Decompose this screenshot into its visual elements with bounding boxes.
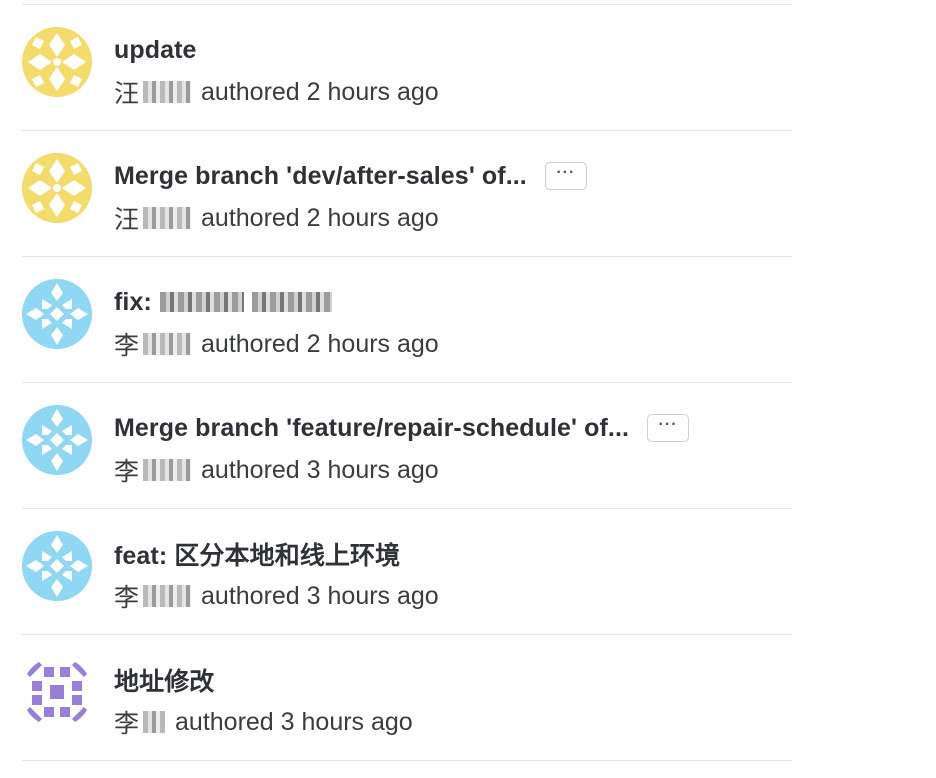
commit-title-line: update [114, 33, 197, 67]
author-name[interactable]: 李 [114, 578, 139, 614]
authored-label: authored [175, 707, 274, 736]
authored-label: authored [201, 581, 300, 610]
authored-label: authored [201, 455, 300, 484]
author-name-redacted [143, 207, 192, 229]
commit-title[interactable]: update [114, 36, 197, 65]
commit-time: 3 hours ago [306, 455, 439, 484]
commit-title-line: 地址修改 [114, 663, 214, 697]
authored-label: authored [201, 203, 300, 232]
commit-row[interactable]: Merge branch 'dev/after-sales' of... ···… [22, 131, 792, 257]
author-name[interactable]: 汪 [114, 74, 139, 110]
author-name-redacted [143, 459, 192, 481]
expand-message-button[interactable]: ··· [647, 414, 690, 442]
identicon-avatar-icon [22, 27, 92, 97]
expand-message-button[interactable]: ··· [544, 162, 587, 190]
commit-title[interactable]: Merge branch 'dev/after-sales' of... [114, 162, 527, 191]
author-name-redacted [143, 711, 166, 733]
identicon-avatar-icon [22, 531, 92, 601]
commit-meta: 李 authored 3 hours ago [114, 705, 413, 739]
author-name[interactable]: 李 [114, 452, 139, 488]
commit-row[interactable]: feat: 区分本地和线上环境 李 authored 3 hours ago [22, 509, 792, 635]
identicon-avatar-icon [22, 657, 92, 727]
commit-row[interactable]: fix: 李 authored 2 hours ago [22, 257, 792, 383]
commit-time: 2 hours ago [306, 77, 439, 106]
identicon-avatar-icon [22, 405, 92, 475]
commit-time: 2 hours ago [306, 329, 439, 358]
identicon-avatar-icon [22, 279, 92, 349]
author-name[interactable]: 汪 [114, 200, 139, 236]
commit-row[interactable]: update 汪 authored 2 hours ago [22, 5, 792, 131]
commit-title[interactable]: Merge branch 'feature/repair-schedule' o… [114, 414, 629, 443]
avatar[interactable] [22, 531, 92, 601]
commit-row[interactable]: Merge branch 'feature/repair-schedule' o… [22, 383, 792, 509]
avatar[interactable] [22, 27, 92, 97]
commit-row[interactable]: 地址修改 李 authored 3 hours ago [22, 635, 792, 761]
commit-meta: 李 authored 3 hours ago [114, 579, 439, 613]
authored-label: authored [201, 77, 300, 106]
commit-time: 3 hours ago [280, 707, 413, 736]
commit-title-line: fix: [114, 285, 332, 319]
commit-title-redacted [159, 292, 244, 312]
avatar[interactable] [22, 153, 92, 223]
commit-title[interactable]: fix: [114, 288, 152, 317]
author-name[interactable]: 李 [114, 704, 139, 740]
author-name-redacted [143, 333, 192, 355]
commit-time: 3 hours ago [306, 581, 439, 610]
authored-label: authored [201, 329, 300, 358]
identicon-avatar-icon [22, 153, 92, 223]
commit-title[interactable]: feat: 区分本地和线上环境 [114, 536, 400, 572]
author-name-redacted [143, 585, 192, 607]
commit-meta: 李 authored 2 hours ago [114, 327, 439, 361]
commit-time: 2 hours ago [306, 203, 439, 232]
avatar[interactable] [22, 279, 92, 349]
avatar[interactable] [22, 657, 92, 727]
commit-meta: 汪 authored 2 hours ago [114, 201, 439, 235]
commit-meta: 李 authored 3 hours ago [114, 453, 439, 487]
commit-title-line: Merge branch 'feature/repair-schedule' o… [114, 411, 690, 445]
commit-title-line: Merge branch 'dev/after-sales' of... ··· [114, 159, 587, 193]
author-name-redacted [143, 81, 192, 103]
commit-list: update 汪 authored 2 hours ago Merge bran… [22, 4, 792, 761]
author-name[interactable]: 李 [114, 326, 139, 362]
commit-title-redacted [251, 292, 332, 312]
commit-meta: 汪 authored 2 hours ago [114, 75, 439, 109]
avatar[interactable] [22, 405, 92, 475]
commit-title-line: feat: 区分本地和线上环境 [114, 537, 400, 571]
commit-title[interactable]: 地址修改 [114, 662, 214, 698]
